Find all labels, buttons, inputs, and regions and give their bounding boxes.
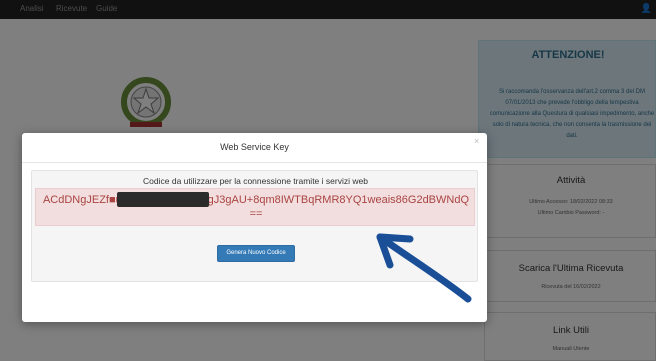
key-instructions: Codice da utilizzare per la connessione …	[143, 176, 368, 186]
redaction-mark	[117, 192, 209, 207]
close-icon[interactable]: ×	[474, 136, 479, 146]
web-service-key: ACdDNgJEZf■■■■■■■■■■■■jfX3gJ3gAU+8qm8IWT…	[42, 194, 470, 220]
key-box: ACdDNgJEZf■■■■■■■■■■■■jfX3gJ3gAU+8qm8IWT…	[35, 188, 475, 226]
modal-divider	[22, 162, 487, 163]
annotation-arrow-icon	[376, 233, 472, 303]
modal-title: Web Service Key	[220, 142, 289, 152]
generate-new-code-button[interactable]: Genera Nuovo Codice	[217, 245, 295, 262]
